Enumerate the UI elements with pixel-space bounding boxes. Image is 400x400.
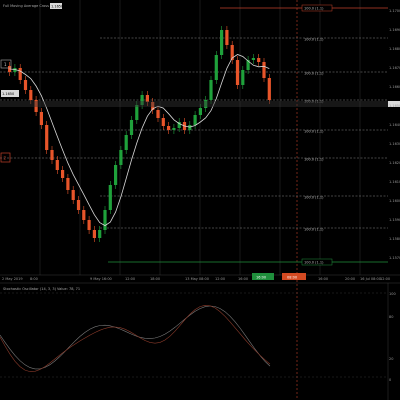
candle [71, 190, 75, 200]
candle [45, 125, 49, 150]
price-scale-label: 1.1620 [389, 161, 400, 165]
fib-label: 100.0 (1.1) [304, 158, 324, 162]
candle [103, 210, 107, 230]
candle [66, 178, 70, 190]
time-axis-label: 18:00 [150, 277, 160, 281]
price-scale-label: 1.1630 [389, 142, 400, 146]
candle [209, 80, 213, 100]
price-scale-label: 1.1660 [389, 85, 400, 89]
candle [267, 78, 271, 100]
time-axis-label: 12:00 [215, 277, 225, 281]
time-axis-label: 20:00 [345, 277, 355, 281]
candle [87, 220, 91, 230]
candle [76, 200, 81, 210]
indicator-scale-label: 20 [389, 357, 393, 361]
indicator-scale-label: 80 [389, 315, 393, 319]
time-axis-label: 13 May 08:00 [185, 277, 209, 281]
candle [225, 30, 229, 45]
candle [135, 105, 139, 120]
candle [55, 160, 59, 170]
candle [108, 185, 112, 210]
candle [257, 58, 261, 62]
fib-label: 100.0 (1.1) [304, 72, 324, 76]
candle [39, 112, 43, 125]
time-axis-label: 9 May 16:00 [90, 277, 112, 281]
candle [18, 68, 22, 80]
price-scale-label: 1.1670 [389, 66, 400, 70]
time-axis-label: 16:00 [318, 277, 328, 281]
time-axis-label: 16 Jul 08:00 [360, 277, 381, 281]
candle [220, 30, 224, 55]
candle [235, 60, 240, 85]
candle [156, 110, 160, 118]
price-scale-label: 1.1680 [389, 47, 400, 51]
price-scale-label: 1.1640 [389, 123, 400, 127]
candle [262, 62, 266, 78]
time-axis-label: 2 May 2019 [2, 277, 23, 281]
time-tag-red-label: 08:00 [287, 276, 297, 280]
candle [161, 118, 165, 126]
candle [82, 210, 86, 220]
candle [172, 128, 176, 130]
candle [98, 230, 102, 238]
time-axis-label: 16:00 [238, 277, 248, 281]
left-price-tag-label: 1.1650 [2, 92, 14, 96]
chart-title: Full Moving Average Cross 2, 5 [3, 4, 57, 8]
price-scale-label: 1.1580 [389, 237, 400, 241]
fib-label: 100.0 (1.1) [304, 130, 324, 134]
candle [50, 150, 54, 160]
price-scale-label: 1.1590 [389, 218, 400, 222]
candle [23, 80, 28, 90]
candle [198, 108, 202, 115]
candle [251, 58, 255, 60]
indicator-scale-label: 0 [389, 378, 391, 382]
candle [114, 165, 118, 185]
price-scale-label: 1.1650 [389, 104, 400, 108]
candle [119, 150, 123, 165]
time-axis-label: 8:00 [30, 277, 38, 281]
fib-label: 100.0 (1.1) [304, 228, 324, 232]
price-scale-label: 1.1570 [389, 256, 400, 260]
candle [92, 230, 96, 238]
candle [214, 55, 218, 80]
candle [61, 170, 65, 178]
candle [129, 120, 134, 135]
candle [124, 135, 128, 150]
candle [167, 126, 171, 130]
fib-label: 100.0 (1.1) [304, 196, 324, 200]
fib-label: 100.0 (1.1) [304, 7, 324, 11]
price-scale-label: 1.1700 [389, 9, 400, 13]
time-axis-label: 12:00 [380, 277, 390, 281]
price-scale-label: 1.1690 [389, 28, 400, 32]
candle [193, 115, 197, 125]
indicator-scale-label: 100 [389, 292, 396, 296]
current-price-band [0, 101, 390, 107]
header-price-text: 1.1650 [51, 5, 63, 9]
chart-canvas[interactable]: Full Moving Average Cross 2, 5 1.1650 10… [0, 0, 400, 400]
price-scale[interactable]: 1.1700 1.1690 1.1680 1.1670 1.1660 1.1650 1.16… [388, 0, 400, 275]
price-scale-label: 1.1600 [389, 199, 400, 203]
candle [145, 95, 149, 102]
time-axis-label: 12:00 [125, 277, 135, 281]
candle [241, 70, 245, 85]
candle [29, 90, 33, 100]
price-scale-label: 1.1610 [389, 180, 400, 184]
fib-label: 100.0 (1.1) [304, 38, 324, 42]
time-tag-green-label: 16:00 [256, 276, 266, 280]
fib-label: 100.0 (1.1) [304, 261, 324, 265]
indicator-title: Stochastic Oscillator (14, 3, 3) Value: … [3, 287, 80, 291]
